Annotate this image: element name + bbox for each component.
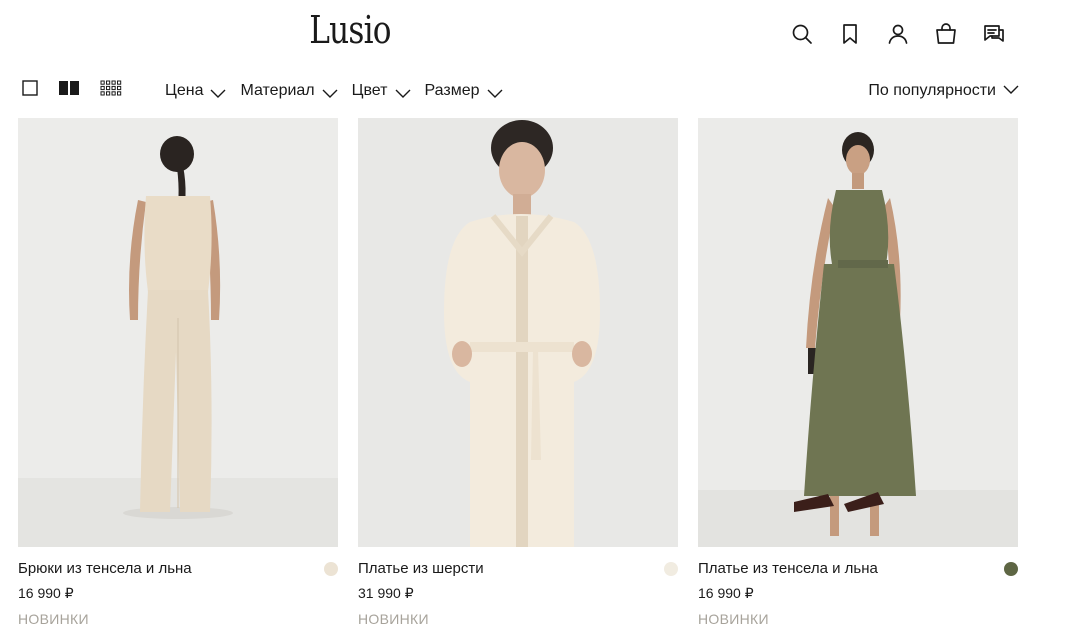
product-info: Платье из тенсела и льна 16 990 ₽ НОВИНК… xyxy=(698,547,1018,637)
account-icon[interactable] xyxy=(884,20,912,48)
sort-dropdown[interactable]: По популярности xyxy=(868,82,1019,100)
sort-label: По популярности xyxy=(868,82,996,99)
product-info: Брюки из тенсела и льна 16 990 ₽ НОВИНКИ xyxy=(18,547,338,637)
chevron-down-icon xyxy=(210,86,226,98)
chat-icon[interactable] xyxy=(980,20,1008,48)
chevron-down-icon xyxy=(487,86,503,98)
product-grid: Брюки из тенсела и льна 16 990 ₽ НОВИНКИ xyxy=(18,118,1018,637)
chevron-down-icon xyxy=(322,86,338,98)
bag-icon[interactable] xyxy=(932,20,960,48)
filter-dropdowns: Цена Материал Цвет Размер xyxy=(165,82,517,100)
product-price: 16 990 ₽ xyxy=(698,585,754,601)
filter-size-label: Размер xyxy=(424,82,480,99)
site-header: Lusio xyxy=(0,0,1067,70)
chevron-down-icon xyxy=(1003,82,1019,100)
four-column-view-icon[interactable] xyxy=(100,80,122,96)
search-icon[interactable] xyxy=(788,20,816,48)
filter-color-label: Цвет xyxy=(351,82,388,99)
product-card[interactable]: Платье из тенсела и льна 16 990 ₽ НОВИНК… xyxy=(698,118,1018,637)
product-photo[interactable] xyxy=(18,118,338,547)
brand-logo[interactable]: Lusio xyxy=(309,8,391,52)
two-column-view-icon[interactable] xyxy=(58,80,80,96)
single-column-view-icon[interactable] xyxy=(22,80,38,96)
header-actions xyxy=(788,20,1008,48)
bookmark-icon[interactable] xyxy=(836,20,864,48)
product-name[interactable]: Платье из шерсти xyxy=(358,560,484,577)
filter-material[interactable]: Материал xyxy=(240,82,338,100)
product-price: 16 990 ₽ xyxy=(18,585,74,601)
product-name[interactable]: Платье из тенсела и льна xyxy=(698,560,878,577)
filter-size[interactable]: Размер xyxy=(425,82,503,100)
filter-material-label: Материал xyxy=(240,82,315,99)
new-badge: НОВИНКИ xyxy=(18,611,89,627)
product-card[interactable]: Платье из шерсти 31 990 ₽ НОВИНКИ xyxy=(358,118,678,637)
color-swatch[interactable] xyxy=(1004,562,1018,576)
filter-price[interactable]: Цена xyxy=(165,82,226,100)
filter-bar: Цена Материал Цвет Размер По популярност… xyxy=(0,76,1067,106)
color-swatch[interactable] xyxy=(324,562,338,576)
filter-color[interactable]: Цвет xyxy=(352,82,411,100)
color-swatch[interactable] xyxy=(664,562,678,576)
filter-price-label: Цена xyxy=(165,82,204,99)
product-price: 31 990 ₽ xyxy=(358,585,414,601)
product-name[interactable]: Брюки из тенсела и льна xyxy=(18,560,192,577)
new-badge: НОВИНКИ xyxy=(358,611,429,627)
chevron-down-icon xyxy=(395,86,411,98)
new-badge: НОВИНКИ xyxy=(698,611,769,627)
product-info: Платье из шерсти 31 990 ₽ НОВИНКИ xyxy=(358,547,678,637)
product-photo[interactable] xyxy=(358,118,678,547)
product-card[interactable]: Брюки из тенсела и льна 16 990 ₽ НОВИНКИ xyxy=(18,118,338,637)
view-mode-toggles xyxy=(22,80,142,96)
product-photo[interactable] xyxy=(698,118,1018,547)
